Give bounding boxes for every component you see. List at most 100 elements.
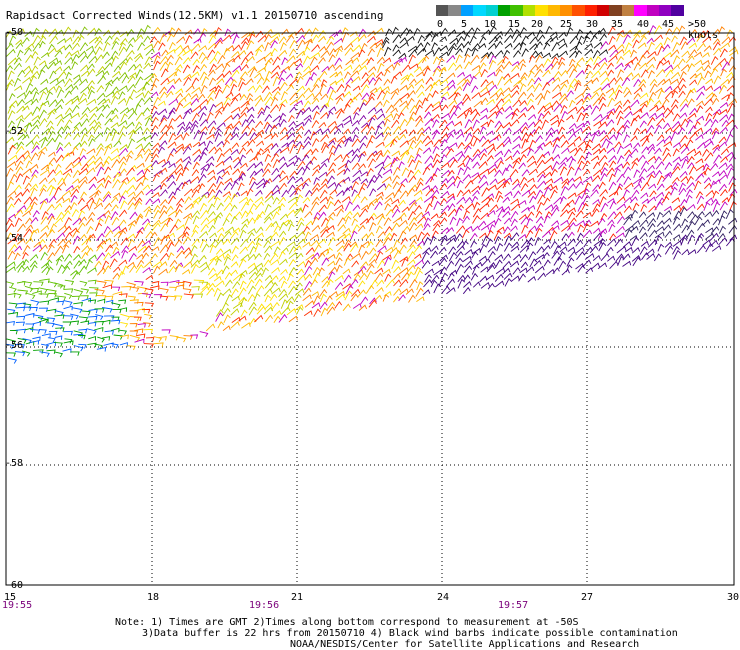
wind-barb xyxy=(439,254,449,262)
wind-barb xyxy=(158,336,167,341)
wind-barb xyxy=(213,39,223,49)
wind-barb xyxy=(533,77,542,85)
wind-barb xyxy=(320,307,328,317)
wind-barb xyxy=(159,287,169,294)
wind-barb xyxy=(279,42,287,51)
wind-barb xyxy=(479,126,487,135)
wind-barb xyxy=(376,47,384,57)
wind-barb xyxy=(630,209,639,219)
wind-barb xyxy=(680,146,690,154)
wind-barb xyxy=(121,176,130,183)
wind-barb xyxy=(414,196,423,203)
wind-barb xyxy=(201,76,210,87)
wind-barb xyxy=(126,233,136,240)
wind-barb xyxy=(15,114,24,121)
wind-barb xyxy=(703,166,711,175)
wind-barb xyxy=(351,120,360,127)
wind-barb xyxy=(537,105,547,114)
wind-barb xyxy=(694,51,703,58)
wind-barb xyxy=(277,203,286,212)
wind-barb xyxy=(222,139,230,148)
wind-barb xyxy=(489,178,498,186)
wind-barb xyxy=(640,30,651,38)
wind-barb xyxy=(328,106,337,113)
wind-barb xyxy=(487,146,497,155)
wind-barb xyxy=(281,57,289,66)
wind-barb xyxy=(40,78,49,85)
wind-barb xyxy=(446,175,456,184)
wind-barb xyxy=(457,111,467,119)
wind-barb xyxy=(648,183,657,190)
wind-barb xyxy=(351,57,360,64)
wind-barb xyxy=(207,49,216,59)
wind-barb xyxy=(645,212,656,220)
wind-barb xyxy=(729,188,738,196)
wind-barb xyxy=(383,290,392,297)
wind-barb xyxy=(639,92,649,100)
wind-barb xyxy=(567,132,577,141)
wind-barb xyxy=(712,190,720,199)
wind-barb xyxy=(656,220,665,227)
wind-barb xyxy=(695,134,704,141)
wind-barb xyxy=(160,234,171,241)
wind-barbs xyxy=(5,24,739,364)
wind-barb xyxy=(407,97,415,107)
wind-barb xyxy=(23,228,33,238)
wind-barb xyxy=(311,302,321,309)
wind-barb xyxy=(375,239,384,248)
wind-barb xyxy=(431,260,441,267)
wind-barb xyxy=(344,71,351,79)
wind-barb xyxy=(326,231,335,238)
wind-barb xyxy=(293,293,302,303)
wind-barb xyxy=(223,314,231,323)
wind-barb xyxy=(87,315,98,321)
wind-barb xyxy=(97,75,106,84)
wind-barb xyxy=(382,236,392,247)
wind-barb xyxy=(704,211,713,218)
wind-barb xyxy=(541,230,551,238)
wind-barb xyxy=(350,51,361,60)
wind-barb xyxy=(199,238,208,249)
wind-barb xyxy=(544,178,554,185)
wind-barb xyxy=(569,35,579,44)
wind-barb xyxy=(145,198,153,205)
wind-barb xyxy=(30,329,41,334)
wind-barb xyxy=(719,102,729,109)
wind-barb xyxy=(216,73,225,81)
wind-barb xyxy=(199,261,208,269)
wind-barb xyxy=(549,114,559,122)
wind-barb xyxy=(510,210,519,220)
wind-barb xyxy=(709,239,719,247)
wind-barb xyxy=(176,125,186,136)
wind-barb xyxy=(6,136,15,144)
wind-barb xyxy=(199,209,209,219)
wind-barb xyxy=(672,41,681,52)
wind-barb xyxy=(111,40,120,50)
wind-barb xyxy=(14,184,22,192)
wind-barb xyxy=(39,187,47,197)
wind-barb xyxy=(637,42,647,49)
wind-barb xyxy=(272,211,280,220)
wind-barb xyxy=(696,211,705,219)
wind-barb xyxy=(392,181,400,190)
wind-barb xyxy=(249,203,257,212)
wind-barb xyxy=(521,169,530,177)
wind-barb xyxy=(32,106,41,115)
wind-barb xyxy=(631,161,639,170)
legend-swatch xyxy=(671,5,684,16)
wind-barb xyxy=(342,128,351,135)
wind-barb xyxy=(240,63,249,72)
wind-barb xyxy=(638,62,648,70)
wind-barb xyxy=(198,51,206,60)
wind-barb xyxy=(649,83,658,93)
wind-barb xyxy=(438,257,448,266)
wind-barb xyxy=(118,259,128,267)
wind-barb xyxy=(45,162,54,171)
wind-barb xyxy=(57,70,67,80)
wind-barb xyxy=(341,196,351,203)
wind-barb xyxy=(685,139,694,148)
wind-barb xyxy=(286,308,297,316)
wind-barb xyxy=(230,193,238,203)
wind-barb xyxy=(38,287,48,294)
wind-barb xyxy=(431,32,439,42)
